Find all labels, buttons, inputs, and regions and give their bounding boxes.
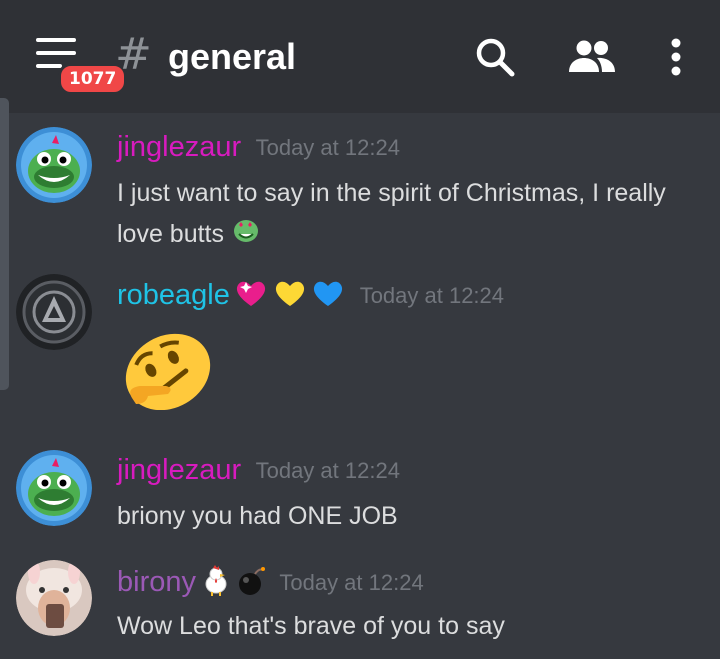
message-item[interactable]: jinglezaur Today at 12:24 I just want to… — [0, 125, 720, 255]
message-content: briony you had ONE JOB — [117, 496, 697, 537]
thinking-face-sideways-emoji[interactable] — [118, 332, 218, 411]
bomb-icon — [237, 564, 265, 601]
username[interactable]: birony — [117, 566, 196, 598]
search-button[interactable] — [474, 36, 516, 78]
username[interactable]: jinglezaur — [117, 131, 241, 163]
rooster-icon — [200, 564, 232, 601]
timestamp: Today at 12:24 — [255, 134, 400, 160]
member-list-button[interactable] — [567, 38, 617, 78]
timestamp: Today at 12:24 — [255, 457, 400, 483]
username[interactable]: robeagle — [117, 279, 230, 311]
message-item[interactable]: jinglezaur Today at 12:24 briony you had… — [0, 448, 720, 548]
dark-emblem-avatar[interactable] — [16, 274, 92, 350]
blue-heart-icon — [311, 278, 345, 313]
message-text: Wow Leo that's brave of you to say — [117, 612, 505, 640]
green-dinosaur-avatar[interactable] — [16, 127, 92, 203]
channel-name: general — [168, 36, 297, 77]
timestamp: Today at 12:24 — [279, 569, 424, 595]
message-content: I just want to say in the spirit of Chri… — [117, 173, 697, 257]
message-item[interactable]: robeagle Today at 12:24 — [0, 272, 720, 422]
message-text: I just want to say in the spirit of Chri… — [117, 179, 666, 249]
message-text: briony you had ONE JOB — [117, 502, 398, 530]
timestamp: Today at 12:24 — [359, 282, 505, 308]
green-dinosaur-avatar[interactable] — [16, 450, 92, 526]
kebab-menu-icon — [671, 38, 681, 76]
channel-header: 1077 # general — [0, 0, 720, 113]
members-icon — [569, 40, 615, 72]
username[interactable]: jinglezaur — [117, 454, 241, 486]
message-content: Wow Leo that's brave of you to say — [117, 606, 697, 647]
more-options-button[interactable] — [664, 36, 688, 78]
search-icon — [476, 38, 515, 77]
dinosaur-heart-eyes-emoji — [231, 214, 261, 257]
message-item[interactable]: birony Today at 12:24 Wow Leo that's bra… — [0, 558, 720, 659]
yellow-heart-icon — [273, 278, 307, 313]
channel-hash-icon: # — [115, 29, 152, 80]
sparkling-heart-icon — [234, 278, 268, 313]
girl-in-bunny-hat-avatar[interactable] — [16, 560, 92, 636]
